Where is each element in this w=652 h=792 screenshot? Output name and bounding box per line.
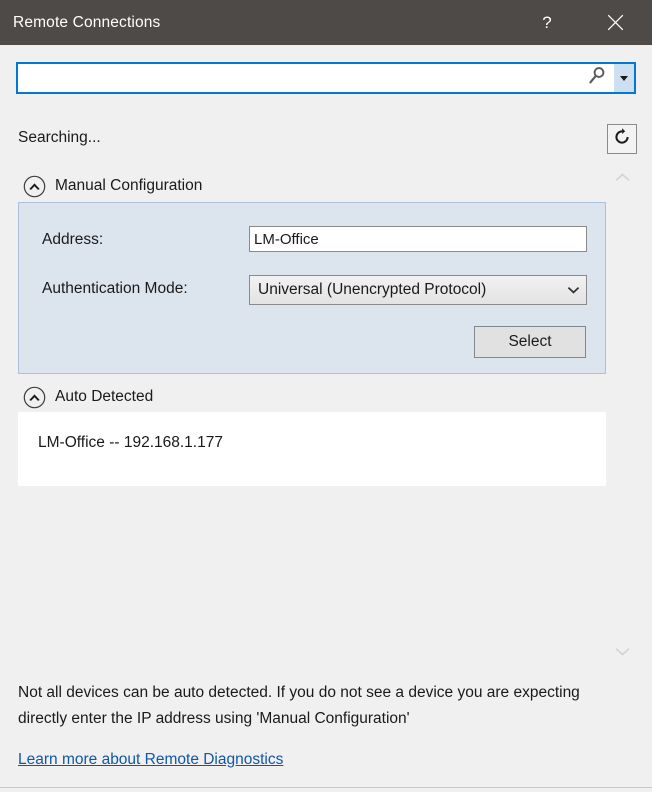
remote-connections-dialog: Remote Connections ? Searc: [0, 0, 652, 792]
chevron-up-icon: [615, 169, 630, 187]
collapse-circle-up-icon[interactable]: [22, 385, 46, 409]
bottom-divider: [0, 787, 652, 788]
search-bar: [16, 62, 636, 94]
manual-configuration-section-header[interactable]: Manual Configuration: [22, 174, 202, 198]
search-button[interactable]: [580, 64, 614, 92]
scroll-down-button[interactable]: [606, 642, 638, 662]
window-title: Remote Connections: [13, 14, 160, 32]
collapse-circle-up-icon[interactable]: [22, 174, 46, 198]
authentication-mode-select[interactable]: Universal (Unencrypted Protocol): [249, 275, 587, 305]
help-icon: ?: [542, 13, 551, 33]
refresh-button[interactable]: [607, 124, 637, 154]
chevron-down-icon: [560, 286, 586, 294]
list-item[interactable]: LM-Office -- 192.168.1.177: [38, 434, 223, 452]
authentication-mode-label: Authentication Mode:: [42, 280, 188, 298]
chevron-down-icon: [615, 643, 630, 661]
title-bar: Remote Connections ?: [0, 0, 652, 45]
scroll-up-button[interactable]: [606, 168, 638, 188]
close-icon: [607, 14, 624, 31]
refresh-icon: [612, 127, 632, 152]
search-dropdown-button[interactable]: [614, 64, 634, 92]
magnifier-icon: [588, 66, 607, 90]
caret-down-icon: [620, 76, 628, 81]
search-input[interactable]: [18, 64, 580, 92]
footer-note: Not all devices can be auto detected. If…: [18, 680, 610, 732]
auto-detected-title: Auto Detected: [55, 388, 153, 406]
learn-more-link[interactable]: Learn more about Remote Diagnostics: [18, 751, 283, 769]
authentication-mode-value: Universal (Unencrypted Protocol): [250, 281, 560, 299]
select-button[interactable]: Select: [474, 326, 586, 358]
address-label: Address:: [42, 231, 103, 249]
manual-configuration-panel: Address: Authentication Mode: Universal …: [18, 202, 606, 374]
close-button[interactable]: [592, 0, 638, 45]
help-button[interactable]: ?: [524, 0, 570, 45]
auto-detected-section-header[interactable]: Auto Detected: [22, 385, 153, 409]
status-text: Searching...: [18, 129, 101, 147]
address-input[interactable]: [249, 226, 587, 252]
auto-detected-list: LM-Office -- 192.168.1.177: [18, 412, 606, 486]
manual-configuration-title: Manual Configuration: [55, 177, 202, 195]
